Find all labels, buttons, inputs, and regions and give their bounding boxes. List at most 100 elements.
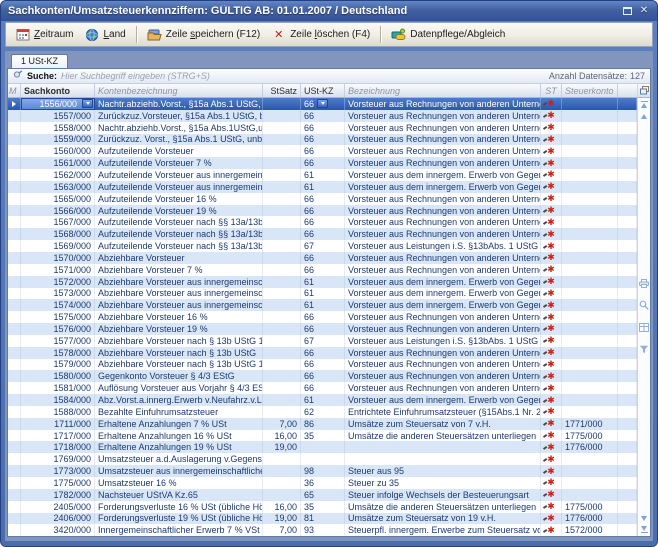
stsatz-cell: [263, 311, 301, 323]
column-chooser-icon[interactable]: [638, 84, 650, 98]
toolbar-separator: [136, 26, 137, 43]
column-header-ust-kz[interactable]: USt-KZ: [301, 84, 345, 97]
zeitraum-button[interactable]: Zeitraum: [10, 26, 78, 44]
steuerkonto-cell: [562, 193, 618, 205]
st-cell: [541, 370, 562, 382]
column-header-bezeichnung[interactable]: Bezeichnung: [345, 84, 541, 97]
row-marker-cell: [8, 335, 21, 347]
table-row[interactable]: 1568/000Aufzuteilende Vorsteuer nach §§ …: [8, 228, 637, 240]
table-row[interactable]: 1565/000Aufzuteilende Vorsteuer 16 %66Vo…: [8, 193, 637, 205]
filler-cell: [618, 441, 637, 453]
sachkonto-dropdown-button[interactable]: [82, 99, 93, 108]
title-bar[interactable]: Sachkonten/Umsatzsteuerkennziffern: GÜLT…: [1, 1, 657, 21]
close-button[interactable]: ✕: [637, 5, 651, 18]
table-row[interactable]: 2406/000Forderungsverluste 19 % USt (übl…: [8, 513, 637, 525]
table-row[interactable]: 1773/000Umsatzsteuer aus innergemeinscha…: [8, 465, 637, 477]
table-row[interactable]: 1575/000Abziehbare Vorsteuer 16 %66Vorst…: [8, 311, 637, 323]
table-row[interactable]: 1577/000Abziehbare Vorsteuer nach § 13b …: [8, 335, 637, 347]
tab-ust-kz[interactable]: 1 USt-KZ: [11, 54, 68, 68]
table-row[interactable]: 1567/000Aufzuteilende Vorsteuer nach §§ …: [8, 216, 637, 228]
zeile-speichern-button[interactable]: Zeile speichern (F12): [142, 26, 265, 44]
row-marker-cell: [8, 288, 21, 300]
row-marker-cell: [8, 418, 21, 430]
table-row[interactable]: 1579/000Abziehbare Vorsteuer nach § 13b …: [8, 359, 637, 371]
search-input[interactable]: Hier Suchbegriff eingeben (STRG+S): [61, 71, 545, 81]
table-row[interactable]: 1566/000Aufzuteilende Vorsteuer 19 %66Vo…: [8, 205, 637, 217]
filler-cell: [618, 501, 637, 513]
table-row[interactable]: 1769/000Umsatzsteuer a.d.Auslagerung v.G…: [8, 453, 637, 465]
scroll-down-button[interactable]: [638, 512, 650, 524]
column-header-sachkonto[interactable]: Sachkonto: [21, 84, 95, 97]
table-row[interactable]: 1574/000Abziehbare Vorsteuer aus innerge…: [8, 299, 637, 311]
table-row[interactable]: 1581/000Auflösung Vorsteuer aus Vorjahr …: [8, 382, 637, 394]
column-header-kontenbezeichnung[interactable]: Kontenbezeichnung: [95, 84, 263, 97]
table-row[interactable]: 1559/000Zurückzuz. Vorst., §15a Abs.1 US…: [8, 134, 637, 146]
column-header-st[interactable]: ST: [541, 84, 562, 97]
kontenbezeichnung-cell: Umsatzsteuer a.d.Auslagerung v.Gegenst.a…: [95, 453, 263, 465]
table-row[interactable]: 1571/000Abziehbare Vorsteuer 7 %66Vorste…: [8, 264, 637, 276]
table-row[interactable]: 1569/000Aufzuteilende Vorsteuer nach §§ …: [8, 240, 637, 252]
table-row[interactable]: 1711/000Erhaltene Anzahlungen 7 % USt7,0…: [8, 418, 637, 430]
ust-kz-cell: 66: [301, 311, 345, 323]
table-row[interactable]: 1570/000Abziehbare Vorsteuer66Vorsteuer …: [8, 252, 637, 264]
table-row[interactable]: 1718/000Erhaltene Anzahlungen 19 % USt19…: [8, 441, 637, 453]
table-row[interactable]: 1782/000Nachsteuer UStVA Kz.6565Steuer i…: [8, 489, 637, 501]
ust-kz-dropdown-button[interactable]: [317, 99, 328, 108]
steuerkonto-cell: [562, 359, 618, 371]
table-row[interactable]: 1561/000Aufzuteilende Vorsteuer 7 %66Vor…: [8, 157, 637, 169]
globe-icon: [84, 28, 99, 42]
filler-cell: [618, 228, 637, 240]
column-header-steuerkonto[interactable]: Steuerkonto: [562, 84, 618, 97]
table-row[interactable]: 1560/000Aufzuteilende Vorsteuer66Vorsteu…: [8, 145, 637, 157]
table-row[interactable]: 1563/000Aufzuteilende Vorsteuer aus inne…: [8, 181, 637, 193]
table-row[interactable]: 1775/000Umsatzsteuer 16 %36Steuer zu 35: [8, 477, 637, 489]
table-row[interactable]: 1717/000Erhaltene Anzahlungen 16 % USt16…: [8, 430, 637, 442]
kontenbezeichnung-cell: Umsatzsteuer 16 %: [95, 477, 263, 489]
zoom-icon[interactable]: [639, 297, 649, 315]
table-row[interactable]: 1576/000Abziehbare Vorsteuer 19 %66Vorst…: [8, 323, 637, 335]
zeile-loeschen-button[interactable]: ✕ Zeile löschen (F4): [266, 26, 375, 44]
column-header-filler: [618, 84, 637, 97]
row-marker-cell: [8, 323, 21, 335]
table-row[interactable]: 1558/000Nachtr.abziehb.Vorst., §15a Abs.…: [8, 122, 637, 134]
st-cell: [541, 477, 562, 489]
row-marker-cell: [8, 205, 21, 217]
row-marker-cell: [8, 524, 21, 536]
table-row[interactable]: 1556/000Nachtr.abziehb.Vorst., §15a Abs.…: [8, 98, 637, 110]
kontenbezeichnung-cell: Abziehbare Vorsteuer aus innergemeinscha…: [95, 276, 263, 288]
table-row[interactable]: 2405/000Forderungsverluste 16 % USt (übl…: [8, 501, 637, 513]
steuerkonto-cell: [562, 145, 618, 157]
table-row[interactable]: 3420/000Innergemeinschaftlicher Erwerb 7…: [8, 524, 637, 536]
land-button[interactable]: Land: [79, 26, 130, 44]
scroll-bottom-button[interactable]: [638, 524, 650, 536]
bezeichnung-cell: Vorsteuer aus Rechnungen von anderen Unt…: [345, 252, 541, 264]
table-row[interactable]: 1557/000Zurückzuz.Vorsteuer, §15a Abs.1 …: [8, 110, 637, 122]
table-row[interactable]: 1562/000Aufzuteilende Vorsteuer aus inne…: [8, 169, 637, 181]
scroll-top-button[interactable]: [638, 98, 650, 110]
table-row[interactable]: 1572/000Abziehbare Vorsteuer aus innerge…: [8, 276, 637, 288]
table-row[interactable]: 1573/000Abziehbare Vorsteuer aus innerge…: [8, 288, 637, 300]
filler-cell: [618, 134, 637, 146]
sachkonto-cell: 1711/000: [21, 418, 95, 430]
scroll-up-button[interactable]: [638, 110, 650, 122]
filler-cell: [618, 193, 637, 205]
grid-header: M Sachkonto Kontenbezeichnung StSatz USt…: [8, 84, 637, 98]
column-header-marker[interactable]: M: [8, 84, 21, 97]
filler-cell: [618, 205, 637, 217]
filter-icon[interactable]: [639, 341, 649, 359]
tax-key-icon: [547, 502, 555, 511]
bezeichnung-cell: Vorsteuer aus Rechnungen von anderen Unt…: [345, 193, 541, 205]
tax-key-icon: [547, 206, 555, 215]
restore-button[interactable]: [620, 5, 634, 18]
table-row[interactable]: 1580/000Gegenkonto Vorsteuer § 4/3 EStG6…: [8, 370, 637, 382]
datenpflege-button[interactable]: Datenpflege/Abgleich: [386, 26, 510, 44]
table-row[interactable]: 1588/000Bezahlte Einfuhrumsatzsteuer62En…: [8, 406, 637, 418]
table-row[interactable]: 1578/000Abziehbare Vorsteuer nach § 13b …: [8, 347, 637, 359]
ust-kz-cell: 66: [301, 382, 345, 394]
print-icon[interactable]: [639, 275, 649, 293]
grid-view-icon[interactable]: [639, 319, 649, 337]
column-header-stsatz[interactable]: StSatz: [263, 84, 301, 97]
ust-kz-cell: 66: [301, 252, 345, 264]
steuerkonto-cell: [562, 335, 618, 347]
table-row[interactable]: 1584/000Abz.Vorst.a.innerg.Erwerb v.Neuf…: [8, 394, 637, 406]
